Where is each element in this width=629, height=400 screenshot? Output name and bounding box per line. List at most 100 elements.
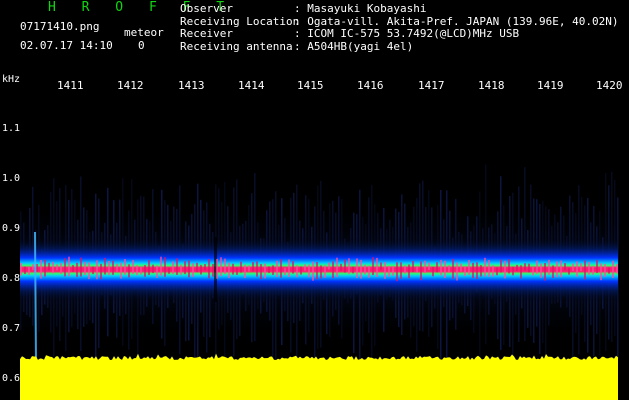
band-noise-mark xyxy=(224,258,226,274)
band-noise-mark xyxy=(328,262,330,270)
band-noise-mark xyxy=(476,262,478,280)
band-noise-mark xyxy=(344,259,346,273)
band-noise-mark xyxy=(352,266,354,274)
band-noise-mark xyxy=(412,261,414,273)
band-noise-mark xyxy=(576,261,578,277)
band-noise-mark xyxy=(88,262,90,280)
noise-floor xyxy=(20,353,618,400)
band-noise-mark xyxy=(528,263,530,273)
band-noise-mark xyxy=(68,256,70,277)
band-noise-mark xyxy=(424,260,426,274)
band-noise-mark xyxy=(532,266,534,276)
antenna-value: : A504HB(yagi 4el) xyxy=(294,39,414,53)
band-noise-mark xyxy=(48,262,50,271)
band-noise-mark xyxy=(204,264,206,271)
band-noise-mark xyxy=(268,266,270,273)
band-noise-mark xyxy=(604,264,606,277)
band-noise-mark xyxy=(436,262,438,273)
band-noise-mark xyxy=(76,262,78,277)
meteor-label: meteor xyxy=(124,26,164,39)
band-noise-mark xyxy=(356,258,358,279)
band-noise-mark xyxy=(608,267,610,274)
spectrogram xyxy=(20,164,619,400)
band-noise-mark xyxy=(216,258,218,279)
band-noise-mark xyxy=(616,264,618,274)
band-noise-mark xyxy=(348,258,350,274)
band-noise-mark xyxy=(288,259,290,277)
band-noise-mark xyxy=(176,258,178,275)
receiver-label: Receiver xyxy=(180,27,233,40)
band-noise-mark xyxy=(264,263,266,279)
band-noise-mark xyxy=(368,265,370,278)
band-noise-mark xyxy=(484,257,486,277)
band-noise-mark xyxy=(444,260,446,278)
x-tick-1417: 1417 xyxy=(418,79,445,92)
band-noise-mark xyxy=(244,264,246,278)
band-noise-mark xyxy=(64,258,66,277)
band-noise-mark xyxy=(464,266,466,277)
band-noise-mark xyxy=(428,262,430,271)
band-noise-mark xyxy=(588,261,590,275)
band-noise-mark xyxy=(452,258,454,279)
band-noise-mark xyxy=(548,259,550,275)
band-noise-mark xyxy=(468,260,470,275)
band-noise-mark xyxy=(540,263,542,278)
band-noise-mark xyxy=(212,264,214,277)
file-name: 07171410.png xyxy=(20,20,100,33)
band-noise-mark xyxy=(180,264,182,275)
x-tick-1414: 1414 xyxy=(238,79,265,92)
observer-row: Observer: Masayuki Kobayashi xyxy=(180,2,619,16)
band-noise-mark xyxy=(72,265,74,272)
band-noise-mark xyxy=(440,259,442,276)
band-noise-mark xyxy=(60,262,62,274)
band-noise-mark xyxy=(32,264,34,271)
band-noise-mark xyxy=(472,262,474,279)
band-noise-mark xyxy=(136,265,138,276)
x-tick-1416: 1416 xyxy=(357,79,384,92)
band-noise-mark xyxy=(596,260,598,273)
station-info: Observer: Masayuki Kobayashi Receiving L… xyxy=(180,2,619,53)
band-noise-mark xyxy=(524,263,526,271)
band-noise-mark xyxy=(168,267,170,274)
band-noise-mark xyxy=(112,260,114,275)
observer-value: : Masayuki Kobayashi xyxy=(294,2,427,15)
band-noise-mark xyxy=(512,266,514,276)
x-tick-1413: 1413 xyxy=(178,79,205,92)
band-noise-mark xyxy=(148,260,150,275)
band-noise-mark xyxy=(360,259,362,279)
band-noise-mark xyxy=(480,265,482,277)
receiver-row: Receiver: ICOM IC-575 53.7492(@LCD)MHz U… xyxy=(180,27,619,41)
band-noise-mark xyxy=(504,260,506,279)
band-noise-mark xyxy=(508,259,510,274)
band-noise-mark xyxy=(404,265,406,274)
band-noise-mark xyxy=(584,260,586,280)
band-noise-mark xyxy=(52,261,54,274)
band-noise-mark xyxy=(312,261,314,281)
band-noise-mark xyxy=(572,263,574,271)
band-noise-mark xyxy=(500,259,502,273)
x-tick-1419: 1419 xyxy=(537,79,564,92)
band-noise-mark xyxy=(192,263,194,277)
band-noise-mark xyxy=(272,265,274,275)
band-noise-mark xyxy=(388,265,390,277)
band-noise-mark xyxy=(460,263,462,272)
date-time: 02.07.17 14:10 xyxy=(20,39,113,52)
band-noise-mark xyxy=(392,266,394,276)
band-noise-mark xyxy=(196,262,198,273)
x-tick-1420: 1420 xyxy=(596,79,623,92)
band-noise-mark xyxy=(256,261,258,277)
band-noise-mark xyxy=(488,260,490,277)
band-noise-mark xyxy=(140,267,142,275)
band-noise-mark xyxy=(448,265,450,273)
band-noise-mark xyxy=(144,265,146,277)
band-noise-mark xyxy=(408,264,410,279)
band-noise-mark xyxy=(132,260,134,274)
band-noise-mark xyxy=(396,262,398,282)
band-noise-mark xyxy=(316,262,318,280)
band-noise-mark xyxy=(400,262,402,279)
band-noise-mark xyxy=(232,263,234,275)
band-noise-mark xyxy=(20,262,22,276)
band-noise-mark xyxy=(44,259,46,277)
x-tick-1412: 1412 xyxy=(117,79,144,92)
band-noise-mark xyxy=(332,261,334,279)
